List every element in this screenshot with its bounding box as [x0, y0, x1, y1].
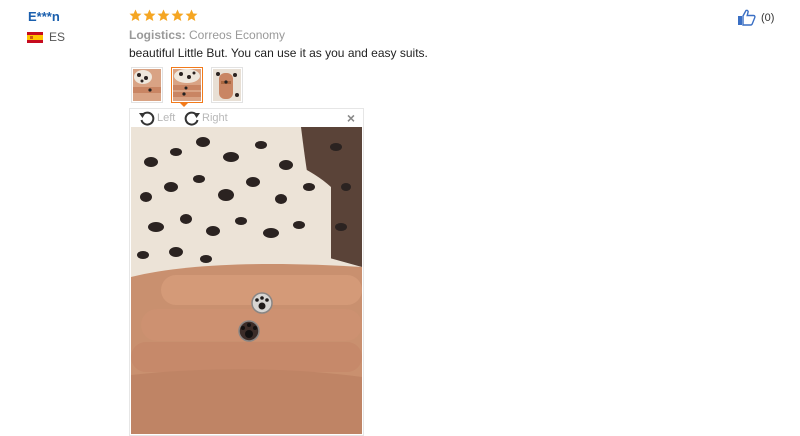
image-thumbnail[interactable] — [211, 67, 243, 103]
logistics-label: Logistics: — [129, 28, 186, 42]
logistics-info: Logistics: Correos Economy — [129, 28, 285, 42]
rotate-right-icon — [184, 111, 200, 126]
review-text: beautiful Little But. You can use it as … — [129, 46, 428, 60]
review-user-name: E***n — [28, 9, 60, 24]
star-icon — [157, 9, 170, 21]
star-icon — [171, 9, 184, 21]
review-image-thumbnails — [131, 67, 243, 103]
thumbs-up-icon[interactable] — [737, 9, 756, 26]
star-icon — [185, 9, 198, 21]
reviewer-country: ES — [27, 30, 65, 44]
helpful-vote[interactable]: (0) — [737, 9, 774, 26]
rotate-left-icon — [139, 111, 155, 126]
rating-stars — [129, 9, 198, 22]
viewer-toolbar: Left Right × — [130, 109, 363, 126]
image-viewer: Left Right × — [129, 108, 364, 436]
logistics-value: Correos Economy — [189, 28, 286, 42]
flag-es-icon — [27, 31, 43, 43]
rotate-left-label: Left — [157, 112, 176, 124]
rotate-right-button[interactable]: Right — [183, 109, 228, 127]
rotate-left-button[interactable]: Left — [138, 109, 175, 127]
country-code: ES — [49, 30, 66, 44]
helpful-count: (0) — [761, 11, 775, 24]
star-icon — [143, 9, 156, 21]
rotate-right-label: Right — [202, 112, 228, 124]
image-thumbnail[interactable] — [131, 67, 163, 103]
review-photo — [131, 127, 362, 434]
close-icon[interactable]: × — [347, 111, 355, 125]
image-thumbnail-active[interactable] — [171, 67, 203, 103]
active-thumbnail-caret — [179, 102, 189, 107]
star-icon — [129, 9, 142, 21]
